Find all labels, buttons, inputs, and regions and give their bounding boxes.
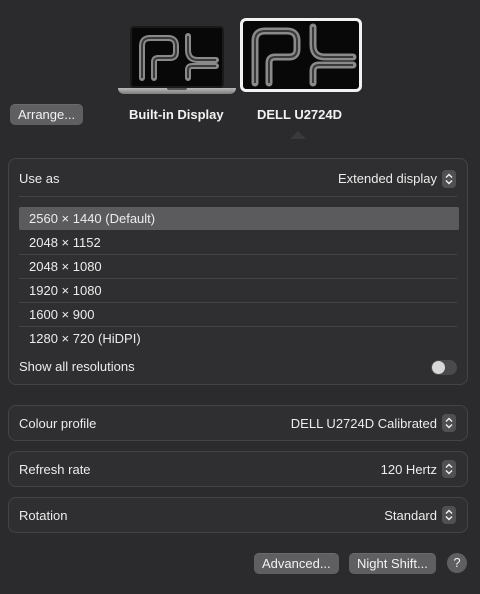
- resolution-option-3[interactable]: 1920 × 1080: [19, 279, 459, 302]
- colour-profile-value[interactable]: DELL U2724D Calibrated: [291, 416, 437, 431]
- external-display-label[interactable]: DELL U2724D: [257, 107, 342, 122]
- advanced-button[interactable]: Advanced...: [254, 553, 339, 574]
- chevron-up-down-icon: [445, 173, 453, 185]
- chevron-up-down-icon: [445, 417, 453, 429]
- rotation-stepper[interactable]: [442, 506, 456, 524]
- resolution-option-5[interactable]: 1280 × 720 (HiDPI): [19, 327, 459, 350]
- wallpaper-graphic: [132, 28, 222, 86]
- arrange-button[interactable]: Arrange...: [10, 104, 84, 125]
- refresh-rate-label: Refresh rate: [19, 462, 91, 477]
- builtin-display-label[interactable]: Built-in Display: [129, 107, 224, 122]
- laptop-notch: [167, 88, 187, 90]
- rotation-value[interactable]: Standard: [384, 508, 437, 523]
- show-all-resolutions-toggle[interactable]: [431, 360, 457, 375]
- use-as-stepper[interactable]: [442, 170, 456, 188]
- chevron-up-down-icon: [445, 463, 453, 475]
- resolution-option-2[interactable]: 2048 × 1080: [19, 255, 459, 278]
- night-shift-button[interactable]: Night Shift...: [349, 553, 436, 574]
- chevron-up-down-icon: [445, 509, 453, 521]
- colour-profile-panel: Colour profile DELL U2724D Calibrated: [8, 405, 468, 441]
- rotation-label: Rotation: [19, 508, 68, 523]
- help-button[interactable]: ?: [447, 553, 467, 573]
- resolution-option-1[interactable]: 2048 × 1152: [19, 231, 459, 254]
- refresh-rate-value[interactable]: 120 Hertz: [381, 462, 437, 477]
- resolution-option-4[interactable]: 1600 × 900: [19, 303, 459, 326]
- use-as-value[interactable]: Extended display: [338, 171, 437, 186]
- divider: [19, 196, 457, 197]
- refresh-rate-panel: Refresh rate 120 Hertz: [8, 451, 468, 487]
- colour-profile-stepper[interactable]: [442, 414, 456, 432]
- use-as-label: Use as: [19, 171, 60, 186]
- builtin-display-thumbnail[interactable]: [130, 26, 224, 88]
- rotation-panel: Rotation Standard: [8, 497, 468, 533]
- display-settings-panel: Use as Extended display 2560 × 1440 (Def…: [8, 158, 468, 385]
- show-all-resolutions-label: Show all resolutions: [19, 359, 135, 374]
- toggle-knob: [432, 361, 445, 374]
- selected-display-frame: [240, 18, 362, 92]
- selection-caret: [290, 131, 306, 139]
- resolution-option-0[interactable]: 2560 × 1440 (Default): [19, 207, 459, 230]
- colour-profile-label: Colour profile: [19, 416, 97, 431]
- refresh-rate-stepper[interactable]: [442, 460, 456, 478]
